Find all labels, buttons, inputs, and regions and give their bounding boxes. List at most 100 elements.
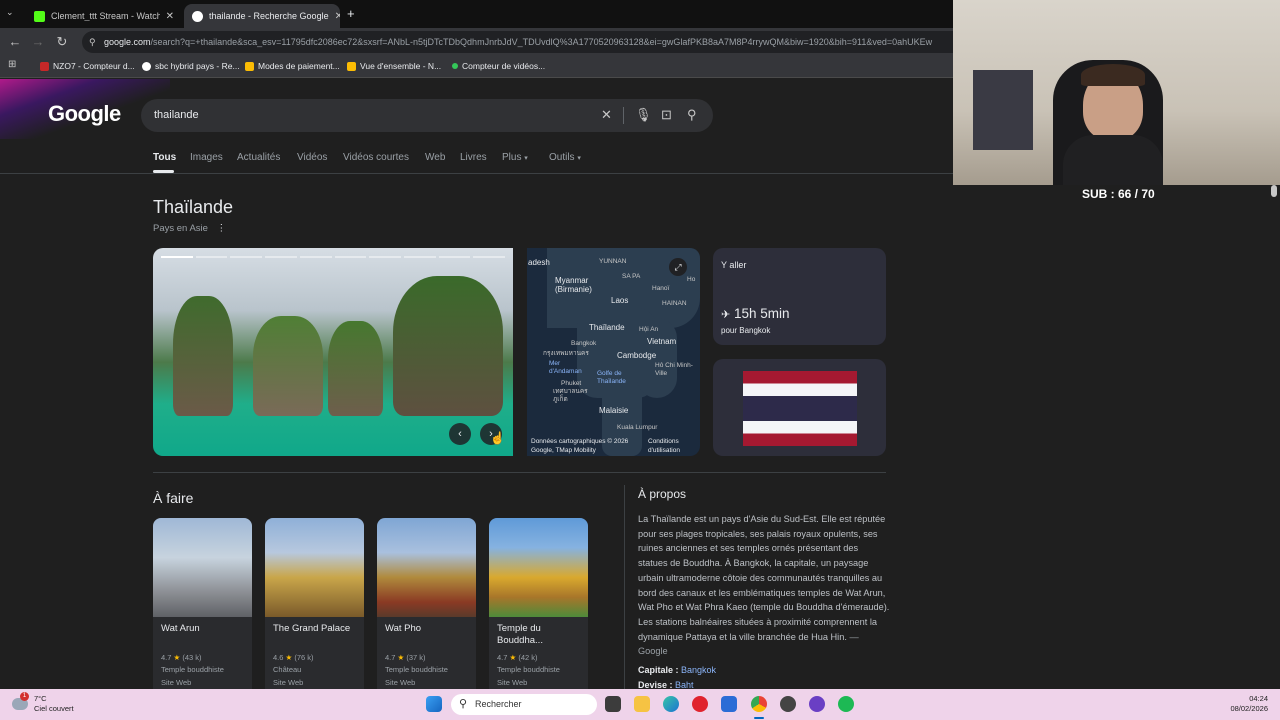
- reload-icon[interactable]: ↻: [50, 34, 74, 50]
- carousel-prev-button[interactable]: ‹: [449, 423, 471, 445]
- bookmark-item[interactable]: Vue d'ensemble - N...: [347, 61, 441, 71]
- tab-videos-courtes[interactable]: Vidéos courtes: [343, 152, 409, 163]
- website-link[interactable]: Site Web: [161, 678, 191, 687]
- new-tab-button[interactable]: +: [347, 6, 355, 21]
- thailand-flag: [743, 371, 857, 446]
- tab-livres[interactable]: Livres: [460, 152, 487, 163]
- entity-photo[interactable]: ‹ ›: [153, 248, 513, 456]
- website-link[interactable]: Site Web: [385, 678, 415, 687]
- attraction-photo: [265, 518, 364, 617]
- browser-tab-stream[interactable]: Clement_ttt Stream - Watch Live ✕: [26, 4, 182, 28]
- bookmark-label: Modes de paiement...: [258, 61, 340, 71]
- star-icon: ★: [397, 653, 405, 662]
- start-button-icon[interactable]: [426, 696, 442, 712]
- bookmark-item[interactable]: sbc hybrid pays - Re...: [142, 61, 240, 71]
- expand-map-icon[interactable]: ⤢: [669, 258, 687, 276]
- taskbar-search[interactable]: ⚲ Rechercher: [451, 694, 597, 715]
- currency-link[interactable]: Baht: [675, 680, 694, 689]
- search-input[interactable]: thailande: [154, 109, 199, 121]
- spotify-icon[interactable]: [838, 696, 854, 712]
- site-info-icon[interactable]: ⚲: [89, 31, 96, 53]
- tab-plus[interactable]: Plus ▾: [502, 152, 528, 163]
- attraction-card[interactable]: Temple du Bouddha... 4.7 ★ (42 k) Temple…: [489, 518, 588, 689]
- obs-icon[interactable]: [809, 696, 825, 712]
- bookmark-favicon-icon: [245, 61, 254, 71]
- bookmarks-bar: ⊞ NZO7 - Compteur d... sbc hybrid pays -…: [0, 56, 953, 78]
- attraction-type: Château: [273, 665, 302, 674]
- url-host: google.com: [104, 37, 151, 47]
- bookmark-label: Vue d'ensemble - N...: [360, 61, 442, 71]
- capital-link[interactable]: Bangkok: [681, 665, 716, 675]
- file-explorer-icon[interactable]: [634, 696, 650, 712]
- divider: [623, 107, 624, 124]
- attraction-card[interactable]: The Grand Palace 4.6 ★ (76 k) Château Si…: [265, 518, 364, 689]
- attraction-name: Wat Pho: [385, 623, 422, 634]
- attraction-type: Temple bouddhiste: [497, 665, 560, 674]
- airplane-icon: ✈: [721, 309, 731, 321]
- bookmark-label: Compteur de vidéos...: [462, 61, 546, 71]
- flag-card[interactable]: [713, 359, 886, 456]
- clear-icon[interactable]: ✕: [601, 107, 612, 123]
- browser-tab-google[interactable]: thailande - Recherche Google ✕: [184, 4, 340, 28]
- back-arrow-icon[interactable]: ←: [3, 34, 27, 49]
- mouse-cursor-icon: ☝: [490, 431, 505, 445]
- task-view-icon[interactable]: [605, 696, 621, 712]
- tab-search-icon[interactable]: ⌄: [6, 7, 20, 21]
- tab-tous[interactable]: Tous: [153, 152, 176, 163]
- review-count: (37 k): [406, 653, 426, 662]
- lens-icon[interactable]: ⊡: [661, 107, 672, 123]
- entity-subtitle-text: Pays en Asie: [153, 223, 208, 234]
- website-link[interactable]: Site Web: [273, 678, 303, 687]
- attraction-name: The Grand Palace: [273, 623, 351, 634]
- search-box[interactable]: thailande ✕ 🎙 ⊡ ⚲: [141, 99, 713, 132]
- close-tab-icon[interactable]: ✕: [335, 11, 340, 22]
- store-icon[interactable]: [721, 696, 737, 712]
- apps-grid-icon[interactable]: ⊞: [8, 59, 16, 70]
- attraction-photo: [489, 518, 588, 617]
- attraction-rating: 4.7 ★ (42 k): [497, 653, 538, 662]
- karst-rock: [328, 321, 383, 416]
- clock-date[interactable]: 08/02/2026: [1228, 704, 1268, 713]
- opera-icon[interactable]: [692, 696, 708, 712]
- chrome-icon[interactable]: [751, 696, 767, 712]
- map-label: YUNNAN: [599, 258, 627, 265]
- website-link[interactable]: Site Web: [497, 678, 527, 687]
- search-icon[interactable]: ⚲: [687, 107, 697, 123]
- divider: [624, 485, 625, 689]
- scrollbar[interactable]: [1271, 185, 1277, 197]
- carousel-progress: [161, 256, 506, 258]
- app-icon[interactable]: [780, 696, 796, 712]
- forward-arrow-icon[interactable]: →: [26, 34, 50, 49]
- more-options-icon[interactable]: ⋮: [217, 223, 227, 234]
- weather-temp[interactable]: 7°C: [34, 694, 47, 703]
- about-heading: À propos: [638, 487, 687, 501]
- map-label: Vietnam: [647, 337, 677, 346]
- close-tab-icon[interactable]: ✕: [166, 11, 174, 22]
- bookmark-item[interactable]: Compteur de vidéos...: [452, 61, 545, 71]
- entity-map[interactable]: adesh YUNNAN Myanmar (Birmanie) SA PA Ha…: [527, 248, 700, 456]
- attraction-photo: [153, 518, 252, 617]
- tab-web[interactable]: Web: [425, 152, 445, 163]
- attraction-name: Temple du Bouddha...: [497, 623, 543, 646]
- tab-videos[interactable]: Vidéos: [297, 152, 327, 163]
- directions-card[interactable]: Y aller ✈ 15h 5min pour Bangkok: [713, 248, 886, 345]
- weather-description[interactable]: Ciel couvert: [34, 704, 74, 713]
- clock-time[interactable]: 04:24: [1238, 694, 1268, 703]
- microphone-icon[interactable]: 🎙: [635, 107, 652, 123]
- url-field[interactable]: ⚲ google.com/search?q=+thailande&sca_esv…: [82, 31, 953, 53]
- bookmark-item[interactable]: Modes de paiement...: [245, 61, 340, 71]
- attraction-type: Temple bouddhiste: [161, 665, 224, 674]
- tab-actualites[interactable]: Actualités: [237, 152, 280, 163]
- chevron-down-icon: ▾: [577, 155, 581, 162]
- attraction-card[interactable]: Wat Arun 4.7 ★ (43 k) Temple bouddhiste …: [153, 518, 252, 689]
- map-terms-link[interactable]: Conditions d'utilisation: [648, 437, 688, 455]
- tab-images[interactable]: Images: [190, 152, 223, 163]
- edge-icon[interactable]: [663, 696, 679, 712]
- google-logo[interactable]: Google: [48, 101, 121, 127]
- tab-outils[interactable]: Outils ▾: [549, 152, 581, 163]
- kick-favicon-icon: [34, 10, 45, 22]
- bookmark-item[interactable]: NZO7 - Compteur d...: [40, 61, 135, 71]
- attraction-card[interactable]: Wat Pho 4.7 ★ (37 k) Temple bouddhiste S…: [377, 518, 476, 689]
- address-bar: ← → ↻ ⚲ google.com/search?q=+thailande&s…: [0, 28, 953, 56]
- karst-rock: [393, 276, 503, 416]
